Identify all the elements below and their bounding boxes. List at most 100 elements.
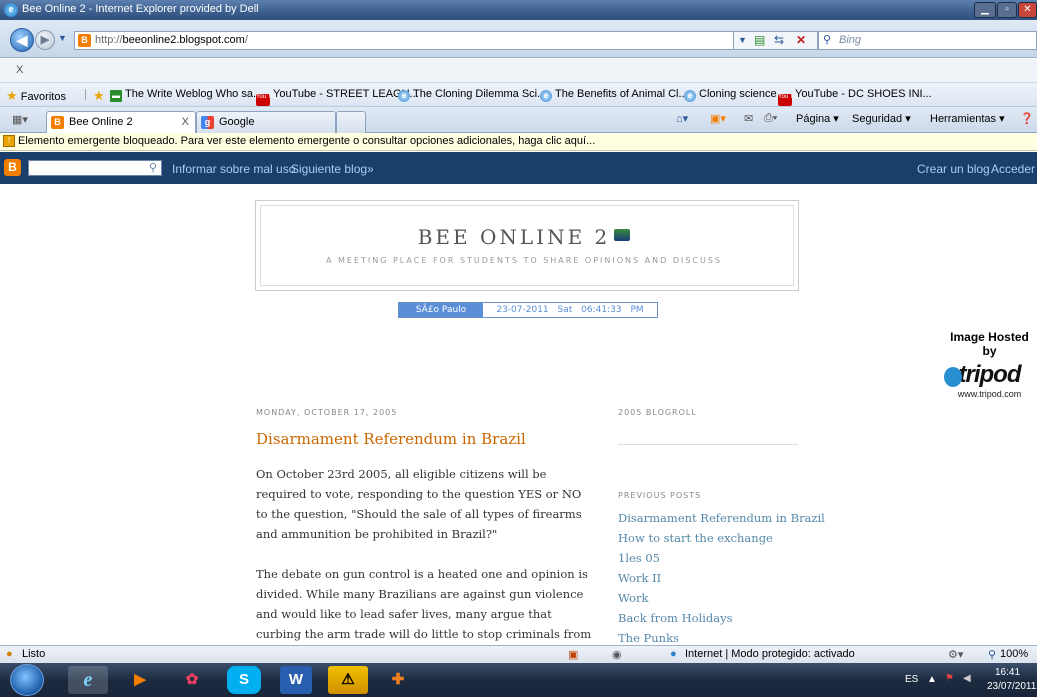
report-abuse-link[interactable]: Informar sobre mal uso bbox=[172, 162, 295, 176]
favorites-button[interactable]: ★ Favoritos bbox=[6, 88, 66, 104]
tab-bee-online[interactable]: B Bee Online 2 X bbox=[46, 111, 196, 133]
skype-icon[interactable]: S bbox=[227, 666, 261, 694]
warning-app-icon[interactable]: ⚠ bbox=[328, 666, 368, 694]
close-tab-button[interactable]: X bbox=[182, 112, 189, 132]
blogger-logo-icon[interactable]: B bbox=[4, 159, 21, 176]
back-button[interactable]: ◀ bbox=[10, 28, 34, 52]
command-bar: ⌂▾ ▣▾ ✉ ⎙▾ Página ▾ Seguridad ▾ Herramie… bbox=[668, 111, 1037, 129]
tab-label: Google bbox=[219, 116, 255, 128]
recent-pages-dropdown-icon[interactable]: ▼ bbox=[58, 33, 67, 43]
post-date: MONDAY, OCTOBER 17, 2005 bbox=[256, 408, 398, 417]
close-toolbar-button[interactable]: X bbox=[16, 64, 23, 76]
media-player-icon[interactable]: ▶ bbox=[120, 666, 160, 694]
internet-zone-icon: ● bbox=[670, 648, 677, 660]
blogger-favicon-icon: B bbox=[51, 116, 64, 129]
search-icon: ⚲ bbox=[823, 34, 832, 46]
home-icon[interactable]: ⌂▾ bbox=[676, 112, 688, 125]
window-title-bar[interactable]: e Bee Online 2 - Internet Explorer provi… bbox=[0, 0, 1037, 20]
quick-tabs-icon[interactable]: ▦▾ bbox=[12, 113, 28, 126]
page-content: BEE ONLINE 2 A MEETING PLACE FOR STUDENT… bbox=[0, 184, 1037, 645]
compatibility-view-icon[interactable]: ▤ bbox=[754, 33, 765, 47]
create-blog-link[interactable]: Crear un blog bbox=[917, 162, 990, 176]
popup-blocker-icon[interactable]: ▣ bbox=[568, 648, 578, 661]
tripod-mini-logo bbox=[614, 229, 631, 241]
clock-time[interactable]: 16:41 bbox=[995, 667, 1020, 678]
previous-post-link[interactable]: The Punks bbox=[618, 628, 818, 645]
favorites-label: Favoritos bbox=[20, 91, 66, 103]
blog-search-input[interactable]: ⚲ bbox=[28, 160, 162, 176]
refresh-icon[interactable]: ⇆ bbox=[774, 33, 784, 47]
post-paragraph: The debate on gun control is a heated on… bbox=[256, 567, 592, 641]
toolbar-strip: X bbox=[0, 59, 1037, 83]
url-input[interactable]: Bhttp://beeonline2.blogspot.com/ bbox=[74, 31, 734, 50]
previous-posts-list: Disarmament Referendum in Brazil How to … bbox=[618, 508, 825, 645]
clock-widget: SÃ£o Paulo 23-07-2011 Sat 06:41:33 PM bbox=[398, 302, 658, 318]
new-tab-button[interactable] bbox=[336, 111, 366, 133]
language-indicator[interactable]: ES bbox=[905, 674, 918, 685]
protected-mode-icon[interactable]: ⚙▾ bbox=[948, 648, 963, 661]
tab-google[interactable]: g Google bbox=[196, 111, 336, 133]
maximize-button[interactable]: ▫ bbox=[997, 2, 1017, 18]
tripod-logo: tripod bbox=[942, 361, 1037, 389]
favorite-item-4[interactable]: e The Benefits of Animal Cl... bbox=[540, 88, 688, 102]
word-icon[interactable]: W bbox=[280, 666, 312, 694]
forward-button[interactable]: ▶ bbox=[35, 30, 55, 50]
add-favorite-icon[interactable]: ★ bbox=[93, 88, 105, 104]
print-icon[interactable]: ⎙▾ bbox=[764, 112, 777, 125]
favorite-label: YouTube - DC SHOES INI... bbox=[795, 88, 932, 100]
blogger-navbar: B ⚲ Informar sobre mal uso Siguiente blo… bbox=[0, 152, 1037, 184]
previous-post-link[interactable]: 1les 05 bbox=[618, 548, 818, 568]
previous-post-link[interactable]: Disarmament Referendum in Brazil bbox=[618, 508, 825, 528]
tripod-badge[interactable]: Image Hosted by tripod www.tripod.com bbox=[942, 330, 1037, 410]
close-window-button[interactable]: ✕ bbox=[1018, 2, 1037, 18]
clock-time: 06:41:33 PM bbox=[581, 305, 644, 315]
clock-date[interactable]: 23/07/2011 bbox=[987, 681, 1036, 692]
favorite-item-6[interactable]: You TubeYouTube - DC SHOES INI... bbox=[778, 88, 932, 106]
minimize-button[interactable]: ▁ bbox=[974, 2, 996, 18]
stop-icon[interactable]: ✕ bbox=[796, 33, 806, 47]
security-menu[interactable]: Seguridad ▾ bbox=[852, 112, 911, 125]
post-body: On October 23rd 2005, all eligible citiz… bbox=[256, 464, 596, 645]
tripod-url: www.tripod.com bbox=[957, 389, 1022, 399]
previous-post-link[interactable]: Work bbox=[618, 588, 818, 608]
next-blog-link[interactable]: Siguiente blog» bbox=[291, 162, 374, 176]
search-input[interactable]: ⚲ Bing bbox=[818, 31, 1037, 50]
favorite-item-1[interactable]: ▬ The Write Weblog Who sa... bbox=[110, 88, 262, 102]
privacy-icon[interactable]: ◉ bbox=[612, 648, 622, 661]
network-icon[interactable]: ⚑ bbox=[945, 673, 954, 684]
help-icon[interactable]: ❓ bbox=[1020, 112, 1034, 125]
security-zone-text[interactable]: Internet | Modo protegido: activado bbox=[685, 648, 855, 660]
post-paragraph: On October 23rd 2005, all eligible citiz… bbox=[256, 467, 582, 541]
address-dropdown-icon[interactable]: ▼ bbox=[738, 35, 747, 45]
blog-title[interactable]: BEE ONLINE 2 bbox=[256, 225, 792, 249]
page-status-icon: ● bbox=[6, 648, 13, 660]
previous-post-link[interactable]: Back from Holidays bbox=[618, 608, 818, 628]
url-path: / bbox=[244, 34, 248, 46]
page-menu[interactable]: Página ▾ bbox=[796, 112, 839, 125]
show-hidden-icons-icon[interactable]: ▲ bbox=[927, 674, 937, 685]
tools-menu[interactable]: Herramientas ▾ bbox=[930, 112, 1005, 125]
previous-post-link[interactable]: How to start the exchange bbox=[618, 528, 818, 548]
start-button[interactable] bbox=[10, 664, 44, 696]
search-icon[interactable]: ⚲ bbox=[149, 161, 157, 174]
internet-explorer-icon: e bbox=[4, 3, 18, 17]
popup-blocked-infobar[interactable]: ! Elemento emergente bloqueado. Para ver… bbox=[0, 133, 1037, 151]
clock-datetime: 23-07-2011 Sat 06:41:33 PM bbox=[483, 303, 657, 317]
ie-page-icon: e bbox=[540, 90, 552, 102]
favorite-item-3[interactable]: e The Cloning Dilemma Sci... bbox=[398, 88, 546, 102]
previous-post-link[interactable]: Work II bbox=[618, 568, 818, 588]
youtube-icon: You Tube bbox=[256, 94, 281, 106]
favorite-item-5[interactable]: e Cloning science bbox=[684, 88, 777, 102]
feeds-icon[interactable]: ▣▾ bbox=[710, 112, 726, 125]
zoom-level[interactable]: 100% bbox=[1000, 648, 1028, 660]
internet-explorer-taskbar-icon[interactable]: e bbox=[68, 666, 108, 694]
favorite-item-2[interactable]: You TubeYouTube - STREET LEAGU... bbox=[256, 88, 419, 106]
messenger-icon[interactable]: ✿ bbox=[172, 666, 212, 694]
system-tray: ES ▲ ⚑ ◀ 16:41 23/07/2011 bbox=[897, 663, 1037, 697]
mail-icon[interactable]: ✉ bbox=[744, 112, 753, 125]
post-title[interactable]: Disarmament Referendum in Brazil bbox=[256, 430, 526, 448]
ie-page-icon: e bbox=[684, 90, 696, 102]
app-icon[interactable]: ✚ bbox=[378, 666, 418, 694]
login-link[interactable]: Acceder bbox=[991, 162, 1035, 176]
volume-icon[interactable]: ◀ bbox=[963, 673, 971, 684]
